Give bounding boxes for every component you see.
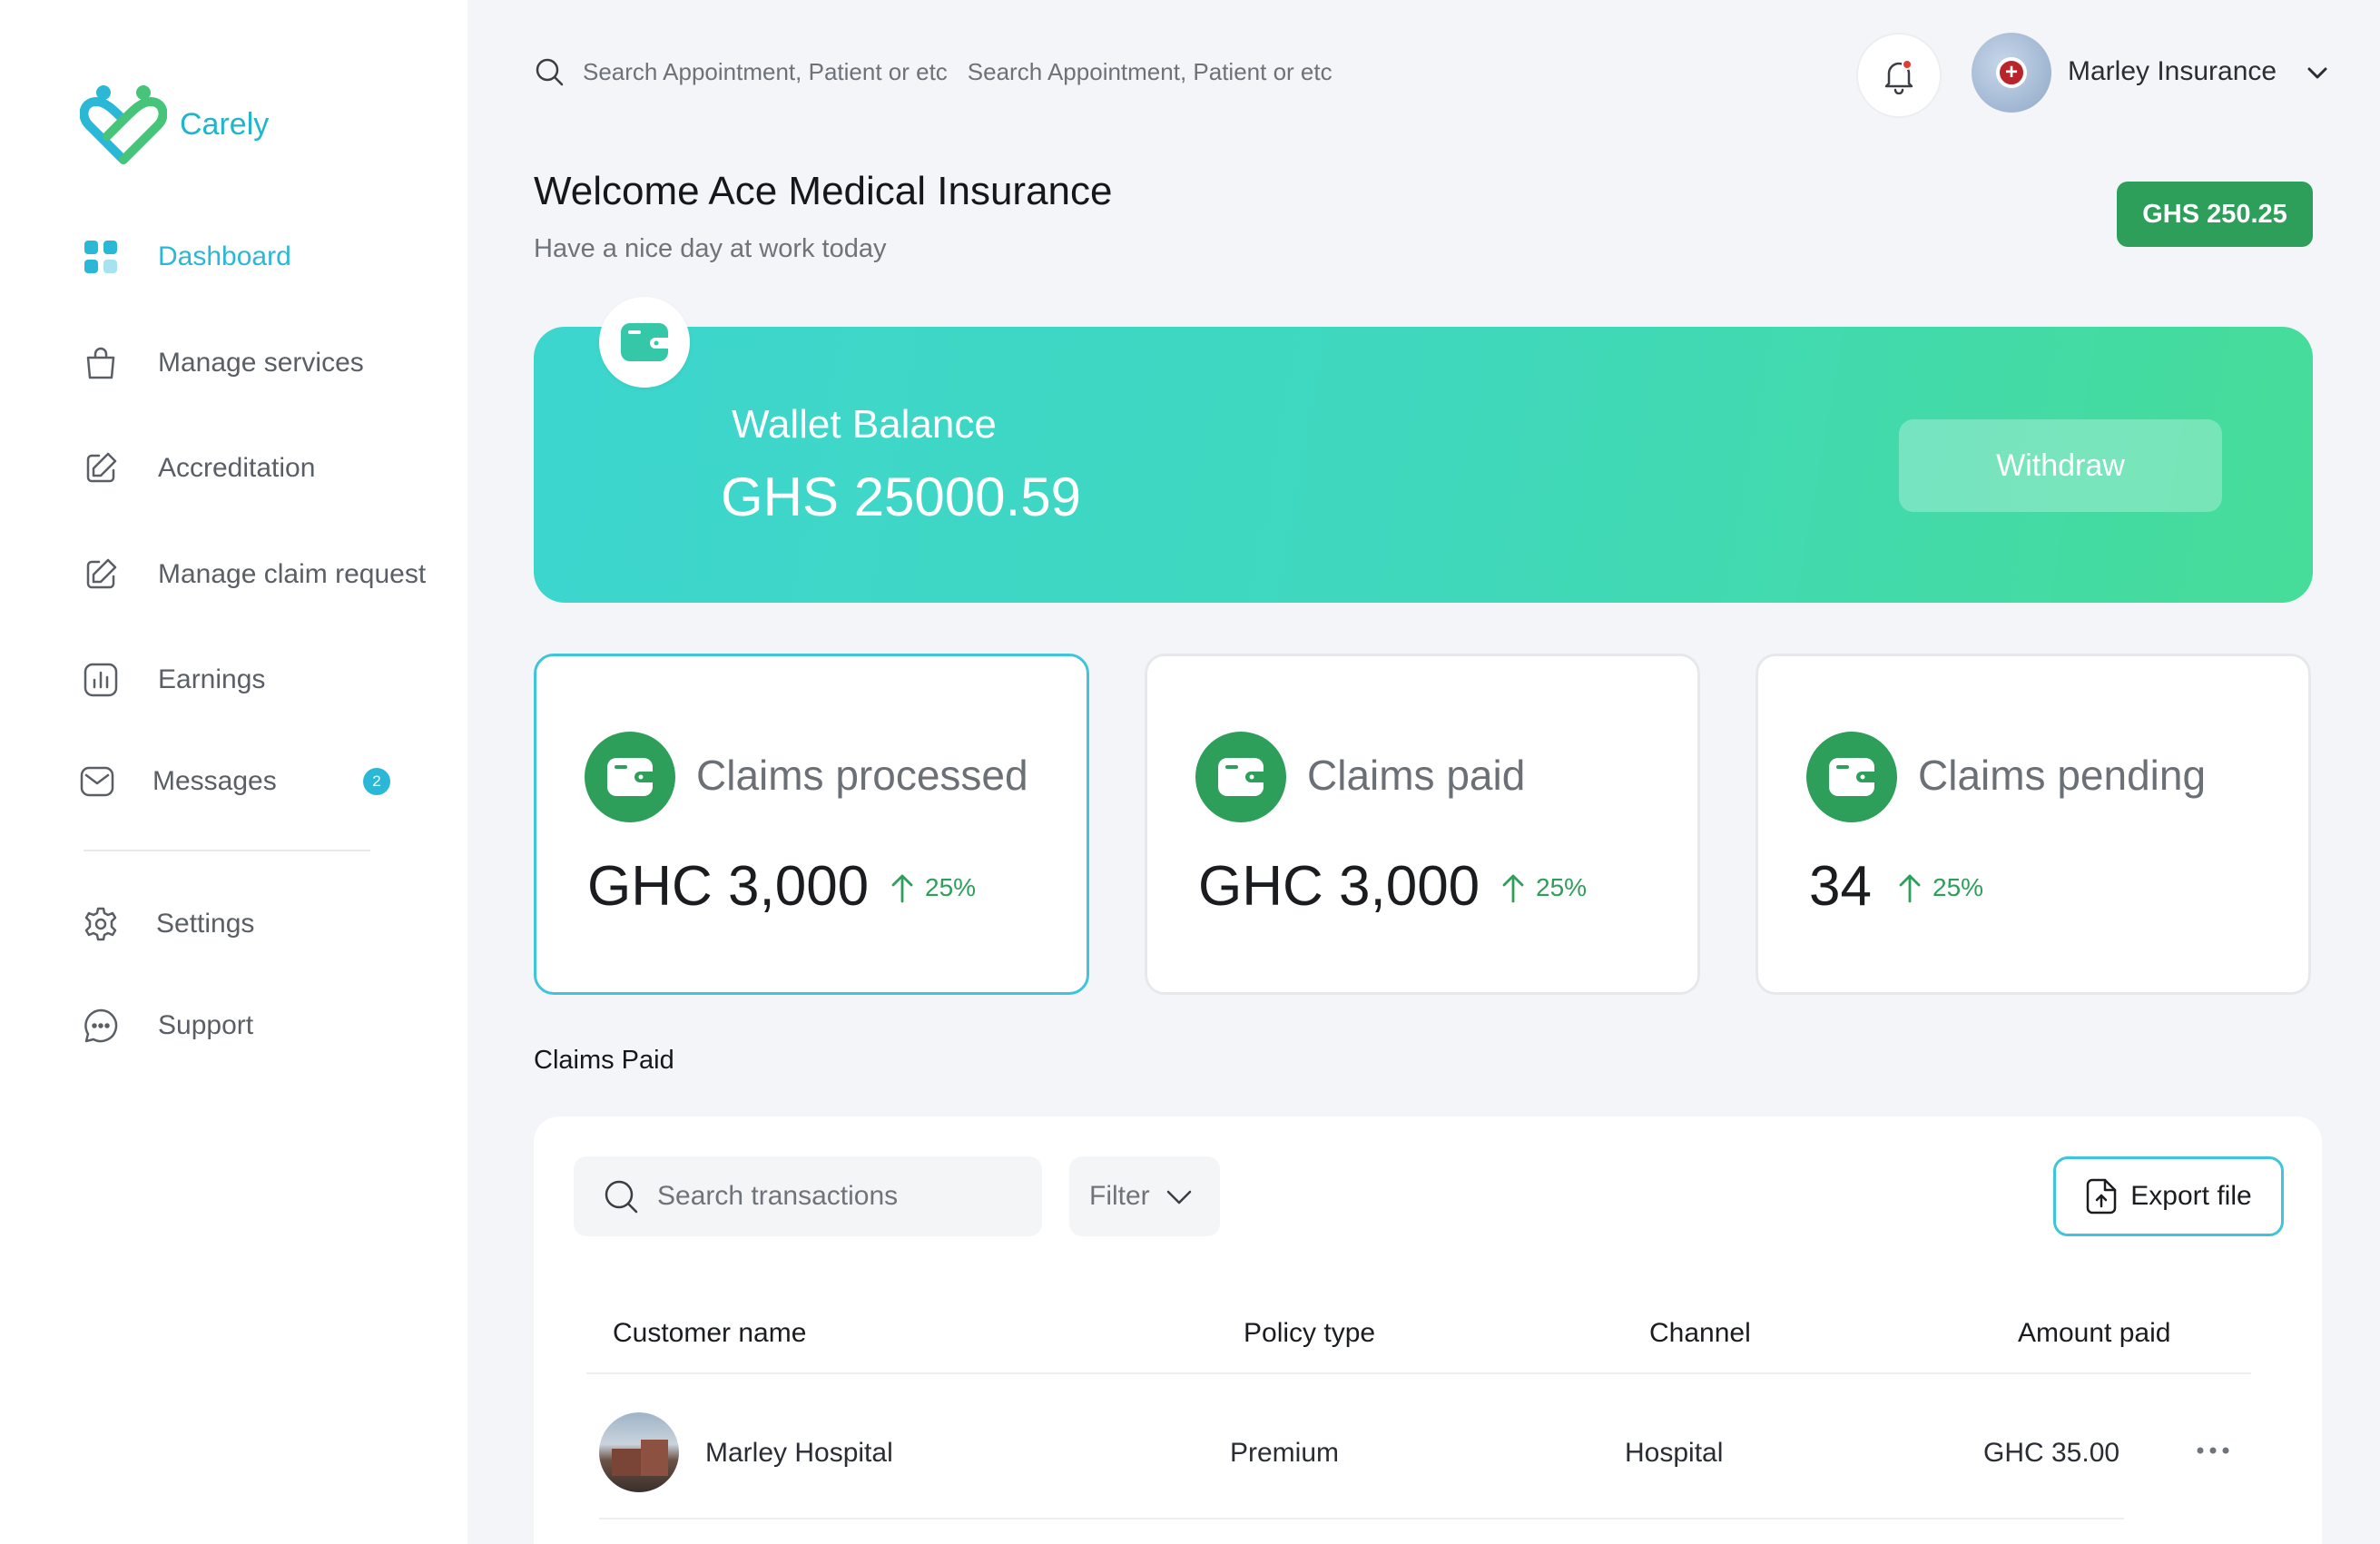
sidebar-item-messages[interactable]: Messages 2: [76, 754, 390, 809]
sidebar-item-manage-services[interactable]: Manage services: [80, 336, 364, 390]
table-row-divider: [599, 1518, 2124, 1519]
sidebar-item-label: Settings: [156, 909, 255, 939]
table-header-divider: [586, 1372, 2251, 1374]
edit-icon: [80, 447, 122, 489]
sidebar-divider: [84, 850, 370, 851]
stat-value: 34: [1809, 855, 1872, 918]
wallet-icon: [1195, 732, 1286, 822]
stat-name: Claims processed: [696, 752, 1028, 799]
stat-trend: 25%: [1500, 872, 1587, 903]
page-subtitle: Have a nice day at work today: [534, 234, 887, 263]
edit-icon: [80, 554, 122, 595]
page-title: Welcome Ace Medical Insurance: [534, 169, 1113, 213]
sidebar-item-support[interactable]: Support: [80, 998, 253, 1053]
notification-button[interactable]: [1856, 33, 1942, 118]
stat-trend-value: 25%: [925, 873, 977, 901]
grid-icon: [80, 236, 122, 278]
sidebar-item-label: Manage claim request: [158, 559, 427, 589]
wallet-title: Wallet Balance: [732, 402, 997, 447]
wallet-badge: [599, 297, 690, 388]
customer-avatar: [599, 1412, 679, 1492]
search-icon: [536, 58, 564, 86]
stat-value: GHC 3,000: [1198, 855, 1480, 918]
filter-label: Filter: [1089, 1181, 1150, 1211]
sidebar-item-earnings[interactable]: Earnings: [80, 653, 265, 707]
search-placeholder: Search Appointment, Patient or etc: [583, 57, 948, 85]
column-header-customer-name[interactable]: Customer name: [613, 1318, 806, 1349]
sidebar-item-label: Earnings: [158, 664, 266, 694]
cell-policy-type: Premium: [1230, 1438, 1340, 1468]
stat-trend-value: 25%: [1536, 873, 1588, 901]
medical-cross-icon: +: [1996, 57, 2027, 88]
global-search[interactable]: Search Appointment, Patient or etc Searc…: [534, 56, 1333, 87]
wallet-icon: [1806, 732, 1897, 822]
sidebar-item-label: Accreditation: [158, 453, 316, 483]
search-icon: [605, 1180, 638, 1214]
stat-trend-value: 25%: [1933, 873, 1984, 901]
sidebar-item-label: Messages: [152, 766, 277, 796]
stat-value: GHC 3,000: [587, 855, 870, 918]
stat-card-claims-paid[interactable]: Claims paid GHC 3,000 25%: [1145, 654, 1700, 995]
sidebar-item-label: Support: [158, 1010, 254, 1040]
more-horizontal-icon[interactable]: [2195, 1441, 2231, 1460]
column-header-channel[interactable]: Channel: [1649, 1318, 1751, 1349]
transactions-search-placeholder: Search transactions: [657, 1181, 899, 1211]
export-file-button[interactable]: Export file: [2053, 1156, 2284, 1236]
user-name[interactable]: Marley Insurance: [2068, 56, 2277, 87]
chat-icon: [80, 1005, 122, 1047]
column-header-amount-paid[interactable]: Amount paid: [2018, 1318, 2170, 1349]
stat-card-claims-processed[interactable]: Claims processed GHC 3,000 25%: [534, 654, 1089, 995]
stat-name: Claims pending: [1918, 752, 2207, 799]
stat-card-claims-pending[interactable]: Claims pending 34 25%: [1755, 654, 2311, 995]
wallet-icon: [621, 323, 668, 361]
withdraw-button[interactable]: Withdraw: [1899, 419, 2222, 512]
sidebar: Carely Dashboard Manage services Accredi…: [0, 0, 467, 1544]
wallet-icon: [585, 732, 675, 822]
bag-icon: [80, 342, 122, 384]
sidebar-item-label: Dashboard: [158, 241, 291, 271]
arrow-up-icon: [1899, 874, 1921, 903]
cell-channel: Hospital: [1625, 1438, 1724, 1468]
chevron-down-icon: [1166, 1190, 1191, 1205]
mail-icon: [76, 761, 118, 802]
column-header-policy-type[interactable]: Policy type: [1244, 1318, 1375, 1349]
app-name: Carely: [180, 106, 270, 142]
stat-trend: 25%: [889, 872, 976, 903]
messages-count-badge: 2: [363, 768, 390, 795]
user-avatar[interactable]: +: [1972, 33, 2051, 113]
export-file-label: Export file: [2130, 1181, 2252, 1211]
sidebar-item-manage-claim-request[interactable]: Manage claim request: [80, 547, 426, 602]
bell-icon: [1884, 59, 1913, 94]
sidebar-item-label: Manage services: [158, 348, 364, 378]
file-upload-icon: [2087, 1178, 2117, 1215]
chart-icon: [80, 659, 122, 701]
section-title-claims-paid: Claims Paid: [534, 1046, 674, 1075]
arrow-up-icon: [891, 874, 913, 903]
gear-icon: [80, 903, 122, 945]
stat-trend: 25%: [1896, 872, 1983, 903]
transactions-search-input[interactable]: Search transactions: [574, 1156, 1042, 1236]
sidebar-item-dashboard[interactable]: Dashboard: [80, 230, 291, 284]
balance-badge: GHS 250.25: [2117, 182, 2313, 247]
arrow-up-icon: [1502, 874, 1524, 903]
cell-customer-name: Marley Hospital: [705, 1438, 893, 1468]
search-input[interactable]: Search Appointment, Patient or etc: [968, 58, 1333, 86]
wallet-amount: GHS 25000.59: [721, 467, 1081, 527]
sidebar-item-accreditation[interactable]: Accreditation: [80, 441, 315, 496]
filter-dropdown[interactable]: Filter: [1069, 1156, 1220, 1236]
app-logo[interactable]: Carely: [80, 84, 269, 165]
heart-logo-icon: [80, 85, 167, 164]
cell-amount-paid: GHC 35.00: [1983, 1438, 2120, 1468]
chevron-down-icon[interactable]: [2304, 60, 2331, 87]
sidebar-item-settings[interactable]: Settings: [80, 897, 254, 951]
stat-name: Claims paid: [1307, 752, 1526, 799]
